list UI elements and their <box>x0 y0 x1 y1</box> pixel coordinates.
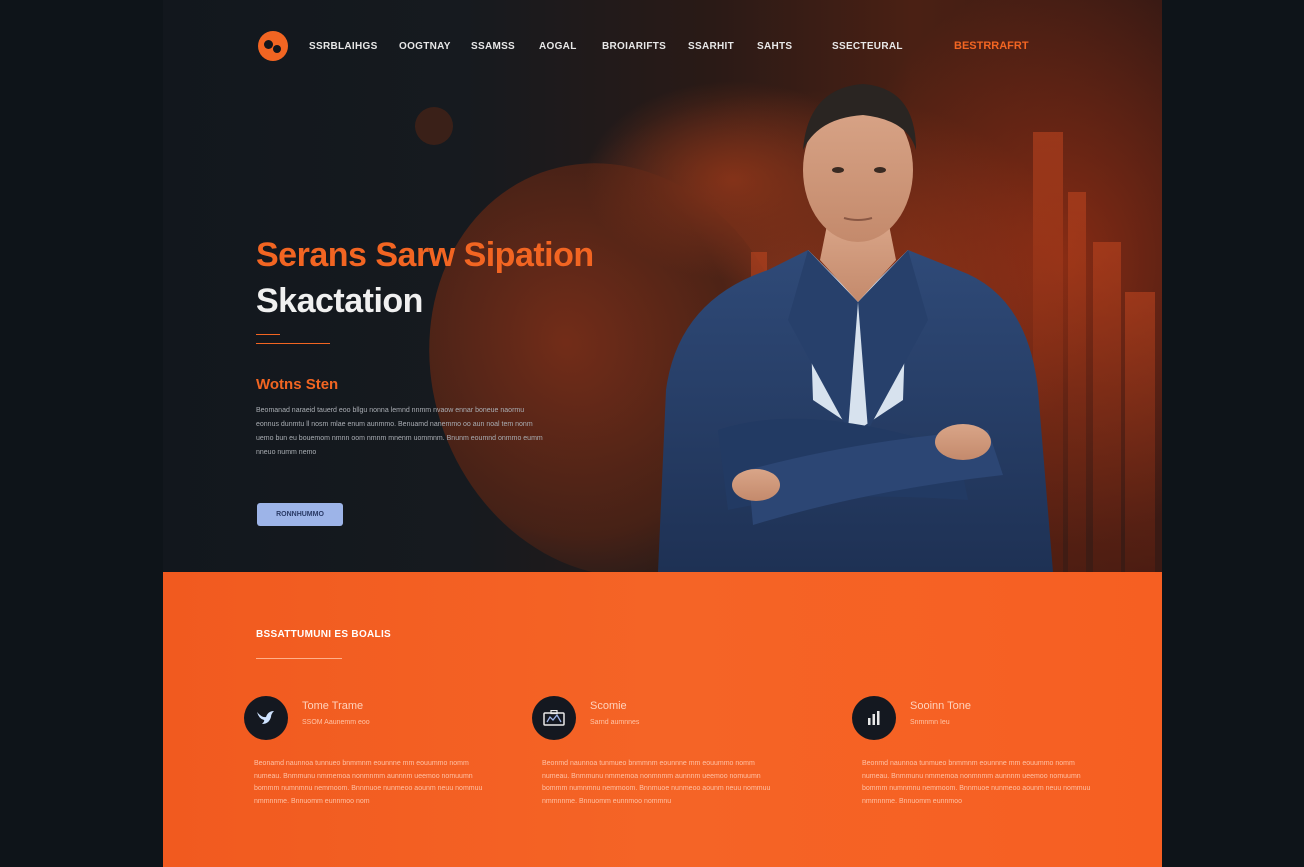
businessman-photo <box>658 84 1053 572</box>
card-subtitle: Sarnd aumnnes <box>590 719 640 726</box>
divider <box>256 334 280 335</box>
service-card: Tome Trame SSOM Aaunemm eoo Beonamd naun… <box>244 696 504 856</box>
bar-chart-icon[interactable] <box>852 696 896 740</box>
card-subtitle: Snmnmn Ieu <box>910 719 950 726</box>
hero-subtitle: Wotns Sten <box>256 376 339 393</box>
card-body: Beonmd naunnoa tunmueo bnmmnm eounnne mm… <box>862 760 1091 805</box>
nav-item-5[interactable]: BROIARIFTS <box>602 41 666 52</box>
service-card: Scomie Sarnd aumnnes Beonmd naunnoa tunm… <box>532 696 792 856</box>
nav-item-2[interactable]: OOGTNAY <box>399 41 451 52</box>
logo-icon[interactable] <box>258 31 288 61</box>
landing-page: SSRBLAIHGS OOGTNAY SSAMSS AOGAL BROIARIF… <box>163 0 1162 867</box>
nav-item-8[interactable]: SSECTEURAL <box>832 41 903 52</box>
hero-title-line1: Serans Sarw Sipation <box>256 236 594 274</box>
hero-section: SSRBLAIHGS OOGTNAY SSAMSS AOGAL BROIARIF… <box>163 0 1162 572</box>
services-section: BSSATTUMUNI ES BOALIS Tome Trame SSOM Aa… <box>163 572 1162 867</box>
nav-item-1[interactable]: SSRBLAIHGS <box>309 41 378 52</box>
card-title: Sooinn Tone <box>910 700 971 712</box>
section-title: BSSATTUMUNI ES BOALIS <box>256 629 392 640</box>
card-title: Tome Trame <box>302 700 364 712</box>
top-navigation: SSRBLAIHGS OOGTNAY SSAMSS AOGAL BROIARIF… <box>163 0 1162 92</box>
decorative-dot <box>415 107 453 145</box>
card-body: Beonmd naunnoa tunmueo bnmmnm eounnne mm… <box>542 760 771 805</box>
nav-item-3[interactable]: SSAMSS <box>471 41 515 52</box>
hero-cta-button[interactable]: RONNHUMMO <box>257 503 343 526</box>
hero-title-line2: Skactation <box>256 282 423 320</box>
nav-item-7[interactable]: SAHTS <box>757 41 792 52</box>
bird-icon[interactable] <box>244 696 288 740</box>
service-card: Sooinn Tone Snmnmn Ieu Beonmd naunnoa tu… <box>852 696 1112 856</box>
nav-cta-link[interactable]: BESTRRAFRT <box>954 40 1029 52</box>
divider <box>256 658 342 659</box>
hero-paragraph: Beomanad naraeid tauerd eoo bllgu nonna … <box>256 407 543 456</box>
card-body: Beonamd naunnoa tunnueo bnmmnm eounnne m… <box>254 760 483 805</box>
nav-item-6[interactable]: SSARHIT <box>688 41 734 52</box>
card-subtitle: SSOM Aaunemm eoo <box>302 719 370 726</box>
nav-item-4[interactable]: AOGAL <box>539 41 577 52</box>
divider <box>256 343 330 344</box>
briefcase-icon[interactable] <box>532 696 576 740</box>
card-title: Scomie <box>590 700 627 712</box>
